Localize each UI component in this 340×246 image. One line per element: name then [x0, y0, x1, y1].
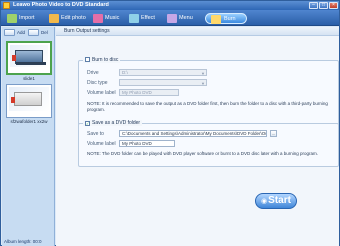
music-tab[interactable]: Music	[93, 13, 119, 24]
drive-label: Drive	[87, 70, 99, 76]
output-path-input[interactable]: C:\Documents and Settings\Administrator\…	[119, 130, 267, 137]
menu-icon	[167, 14, 177, 23]
drive-select[interactable]: D:\ ▼	[119, 69, 207, 76]
music-icon	[93, 14, 103, 23]
main-toolbar: Import Edit photo Music Effect Menu Burn	[1, 10, 339, 26]
window-title: Leawo Photo Video to DVD Standard	[13, 2, 109, 8]
edit-photo-icon	[49, 14, 59, 23]
browse-button[interactable]: …	[270, 130, 277, 137]
save-to-label: Save to	[87, 131, 104, 137]
title-bar: Leawo Photo Video to DVD Standard – □ ×	[1, 1, 339, 10]
maximize-button[interactable]: □	[319, 2, 328, 9]
start-label: Start	[268, 195, 291, 206]
slide-image	[10, 45, 48, 67]
slide-image	[9, 87, 49, 111]
chevron-down-icon: ▼	[201, 81, 205, 86]
slide-label: sf2wafolder1 xx2w	[10, 119, 48, 124]
burn-settings-panel: Burn Output settings Burn to disc Drive …	[56, 27, 339, 246]
drive-value: D:\	[122, 70, 128, 75]
app-logo-icon	[3, 2, 10, 9]
burn-to-disc-checkbox[interactable]: Burn to disc	[83, 57, 121, 63]
edit-photo-tab[interactable]: Edit photo	[49, 13, 86, 24]
slide-toolbar: Add Del	[4, 29, 53, 36]
disc-type-select[interactable]: ▼	[119, 79, 207, 86]
minimize-button[interactable]: –	[309, 2, 318, 9]
delete-slide-button[interactable]	[28, 29, 39, 36]
folder-volume-label: Volume label	[87, 141, 116, 147]
chevron-down-icon: ▼	[201, 71, 205, 76]
burn-label: Burn	[224, 16, 236, 22]
folder-volume-input[interactable]: My Photo DVD	[119, 140, 175, 147]
slide-thumbnail[interactable]	[6, 84, 52, 118]
disc-type-label: Disc type	[87, 80, 108, 86]
edit-photo-label: Edit photo	[61, 15, 86, 21]
add-label: Add	[17, 30, 26, 35]
music-label: Music	[105, 15, 120, 21]
effect-tab[interactable]: Effect	[129, 13, 155, 24]
burn-note: NOTE: It is recommended to save the outp…	[87, 101, 328, 112]
import-label: Import	[19, 15, 35, 21]
dvd-folder-group: ✓ Save as a DVD folder Save to C:\Documen…	[78, 120, 339, 167]
app-window: Leawo Photo Video to DVD Standard – □ × …	[0, 0, 340, 246]
import-tab[interactable]: Import	[7, 13, 35, 24]
dvd-folder-label: Save as a DVD folder	[92, 120, 141, 126]
burn-tab[interactable]: Burn	[205, 13, 247, 24]
burn-to-disc-label: Burn to disc	[92, 57, 119, 63]
start-button[interactable]: ◉Start	[255, 193, 297, 209]
volume-label-input[interactable]: My Photo DVD	[119, 89, 179, 96]
disc-icon: ◉	[261, 198, 268, 205]
dvd-folder-checkbox[interactable]: ✓ Save as a DVD folder	[83, 120, 143, 126]
checkbox-icon	[85, 57, 90, 62]
burn-disc-icon	[211, 15, 221, 24]
menu-tab[interactable]: Menu	[167, 13, 193, 24]
effect-icon	[129, 14, 139, 23]
close-button[interactable]: ×	[329, 2, 338, 9]
delete-label: Del	[41, 30, 48, 35]
effect-label: Effect	[141, 15, 155, 21]
add-slide-button[interactable]	[4, 29, 15, 36]
breadcrumb: Burn Output settings	[56, 27, 339, 36]
import-icon	[7, 14, 17, 23]
slide-thumbnail[interactable]	[6, 41, 52, 75]
volume-label-label: Volume label	[87, 90, 116, 96]
slide-label: slide1	[23, 76, 35, 81]
album-length-status: Album length: 00:0	[4, 239, 42, 244]
slide-list-panel: Add Del slide1 sf2wafolder1 xx2w Album l…	[2, 27, 55, 246]
folder-note: NOTE: The DVD folder can be played with …	[87, 151, 319, 156]
menu-label: Menu	[179, 15, 193, 21]
checkbox-icon: ✓	[85, 121, 90, 126]
